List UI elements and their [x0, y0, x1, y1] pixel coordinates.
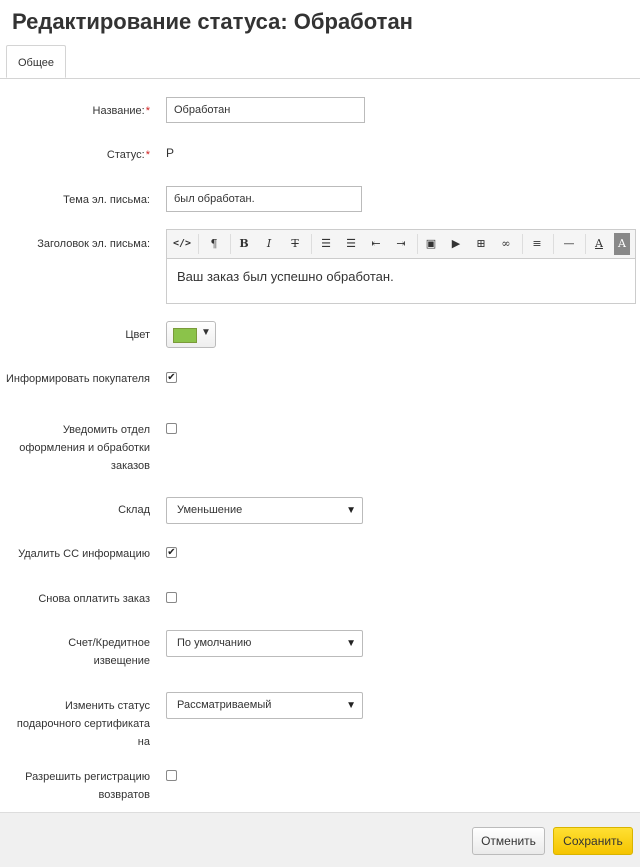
editor-toolbar: </> ¶ B I T ☰ ☰ ⇤ ⇥ ▣ ▶ ⊞ ∞ ≡ — A A — [167, 230, 635, 259]
italic-icon[interactable]: I — [258, 233, 280, 255]
notify-customer-label: Информировать покупателя — [5, 373, 150, 385]
repay-order-label: Снова оплатить заказ — [38, 593, 150, 605]
warehouse-label: Склад — [118, 504, 150, 516]
color-swatch — [173, 328, 197, 343]
image-icon[interactable]: ▣ — [420, 233, 442, 255]
notify-department-label: Уведомить отдел оформления и обработки з… — [19, 424, 150, 472]
outdent-icon[interactable]: ⇤ — [365, 233, 387, 255]
invoice-label: Счет/Кредитное извещение — [68, 637, 150, 667]
table-icon[interactable]: ⊞ — [470, 233, 492, 255]
gift-cert-status-value: Рассматриваемый — [177, 699, 272, 711]
tab-general[interactable]: Общее — [6, 45, 66, 78]
strikethrough-icon[interactable]: T — [284, 233, 306, 255]
warehouse-select[interactable]: Уменьшение ▼ — [166, 497, 363, 524]
repay-order-checkbox[interactable] — [166, 592, 177, 603]
status-label: Статус:* — [106, 149, 150, 161]
paragraph-icon[interactable]: ¶ — [203, 233, 225, 255]
remove-cc-checkbox[interactable]: ✔ — [166, 547, 177, 558]
email-header-label: Заголовок эл. письма: — [37, 238, 150, 250]
email-header-content[interactable]: Ваш заказ был успешно обработан. — [167, 259, 635, 294]
indent-icon[interactable]: ⇥ — [390, 233, 412, 255]
chevron-down-icon: ▼ — [346, 505, 356, 516]
notify-department-checkbox[interactable] — [166, 423, 177, 434]
background-color-icon[interactable]: A — [614, 233, 630, 255]
code-view-icon[interactable]: </> — [171, 233, 193, 255]
invoice-value: По умолчанию — [177, 637, 252, 649]
ordered-list-icon[interactable]: ☰ — [340, 233, 362, 255]
font-color-icon[interactable]: A — [588, 233, 610, 255]
status-value: P — [166, 146, 175, 160]
page-title: Редактирование статуса: Обработан — [12, 9, 413, 34]
gift-cert-status-select[interactable]: Рассматриваемый ▼ — [166, 692, 363, 719]
chevron-down-icon: ▼ — [346, 700, 356, 711]
unordered-list-icon[interactable]: ☰ — [315, 233, 337, 255]
gift-cert-status-label: Изменить статус подарочного сертификата … — [16, 700, 150, 748]
save-button[interactable]: Сохранить — [553, 827, 633, 855]
form-footer: Отменить Сохранить — [0, 812, 640, 867]
color-label: Цвет — [125, 329, 150, 341]
link-icon[interactable]: ∞ — [495, 233, 517, 255]
name-label: Название:* — [92, 105, 151, 117]
video-icon[interactable]: ▶ — [445, 233, 467, 255]
chevron-down-icon: ▼ — [201, 327, 211, 338]
warehouse-value: Уменьшение — [177, 504, 243, 516]
notify-customer-checkbox[interactable]: ✔ — [166, 372, 177, 383]
cancel-button[interactable]: Отменить — [472, 827, 545, 855]
tabs-divider — [0, 78, 640, 79]
color-picker[interactable]: ▼ — [166, 321, 216, 348]
email-subject-label: Тема эл. письма: — [63, 194, 150, 206]
horizontal-rule-icon[interactable]: — — [558, 233, 580, 255]
invoice-select[interactable]: По умолчанию ▼ — [166, 630, 363, 657]
remove-cc-label: Удалить CC информацию — [18, 548, 150, 560]
email-header-editor[interactable]: </> ¶ B I T ☰ ☰ ⇤ ⇥ ▣ ▶ ⊞ ∞ ≡ — A A Ваш … — [166, 229, 636, 304]
bold-icon[interactable]: B — [233, 233, 255, 255]
email-subject-input[interactable]: был обработан. — [166, 186, 362, 212]
name-input[interactable]: Обработан — [166, 97, 365, 123]
allow-returns-label: Разрешить регистрацию возвратов — [25, 771, 150, 801]
allow-returns-checkbox[interactable] — [166, 770, 177, 781]
align-icon[interactable]: ≡ — [526, 233, 548, 255]
chevron-down-icon: ▼ — [346, 638, 356, 649]
